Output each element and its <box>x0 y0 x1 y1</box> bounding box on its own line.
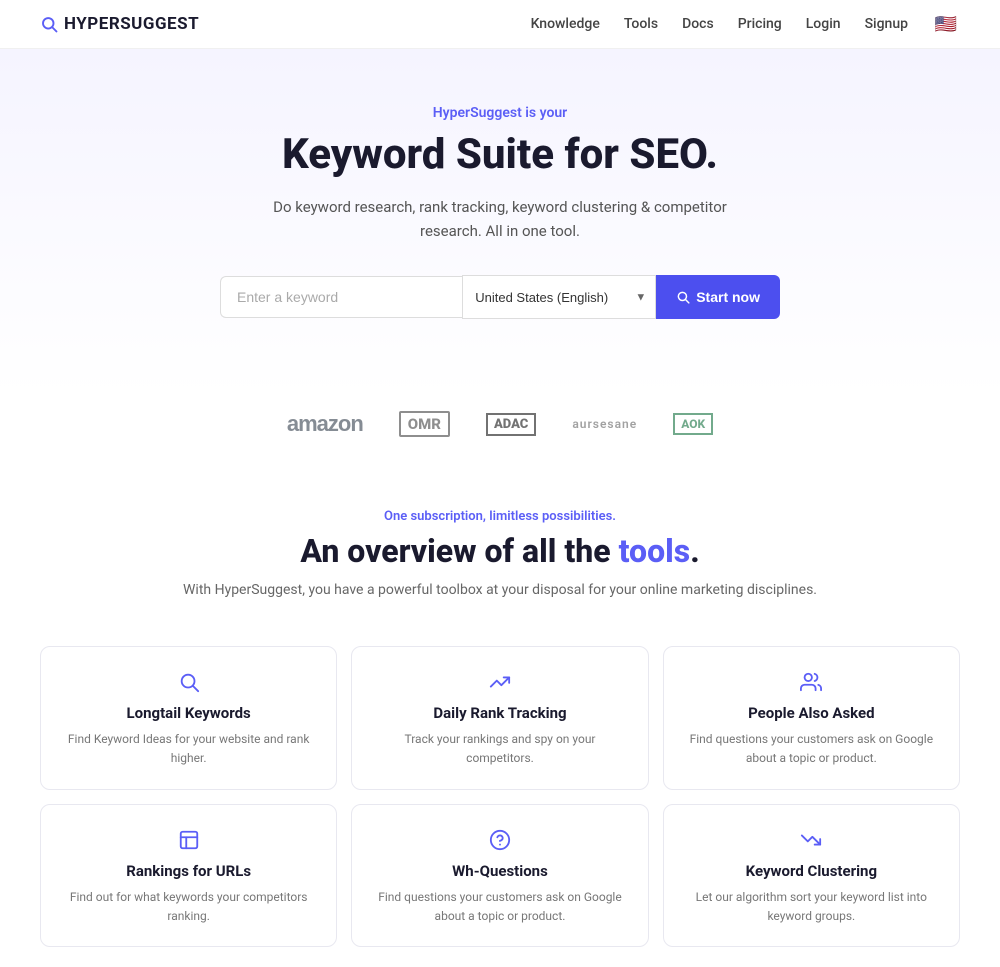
hero-search-bar: United States (English) Germany (German)… <box>220 275 780 319</box>
wh-questions-icon <box>372 827 627 852</box>
tools-tag: One subscription, limitless possibilitie… <box>40 509 960 524</box>
card-rank-tracking-desc: Track your rankings and spy on your comp… <box>372 730 627 768</box>
rankings-urls-icon <box>61 827 316 852</box>
card-keyword-clustering-title: Keyword Clustering <box>684 862 939 880</box>
search-icon <box>40 15 58 33</box>
card-longtail-desc: Find Keyword Ideas for your website and … <box>61 730 316 768</box>
logo-amazon: amazon <box>287 411 363 437</box>
search-button-icon <box>676 290 690 304</box>
card-rankings-urls-title: Rankings for URLs <box>61 862 316 880</box>
logo-adac: ADAC <box>486 413 536 436</box>
feature-cards-grid: Longtail Keywords Find Keyword Ideas for… <box>0 646 1000 967</box>
card-wh-questions-title: Wh-Questions <box>372 862 627 880</box>
hero-subtitle: Do keyword research, rank tracking, keyw… <box>20 195 980 243</box>
keyword-clustering-icon <box>684 827 939 852</box>
people-also-asked-icon <box>684 669 939 694</box>
tools-title: An overview of all the tools. <box>40 532 960 570</box>
nav-knowledge[interactable]: Knowledge <box>531 16 600 32</box>
logo-aursesane: aursesane <box>572 417 637 431</box>
longtail-icon <box>61 669 316 694</box>
hero-section: HyperSuggest is your Keyword Suite for S… <box>0 49 1000 395</box>
card-rankings-urls[interactable]: Rankings for URLs Find out for what keyw… <box>40 804 337 947</box>
card-people-also-asked-desc: Find questions your customers ask on Goo… <box>684 730 939 768</box>
card-rankings-urls-desc: Find out for what keywords your competit… <box>61 888 316 926</box>
card-keyword-clustering-desc: Let our algorithm sort your keyword list… <box>684 888 939 926</box>
card-rank-tracking[interactable]: Daily Rank Tracking Track your rankings … <box>351 646 648 789</box>
nav-tools[interactable]: Tools <box>624 16 658 32</box>
language-flag[interactable]: 🇺🇸 <box>932 14 960 34</box>
nav-signup[interactable]: Signup <box>865 16 908 32</box>
nav-docs[interactable]: Docs <box>682 16 714 32</box>
card-people-also-asked[interactable]: People Also Asked Find questions your cu… <box>663 646 960 789</box>
card-longtail[interactable]: Longtail Keywords Find Keyword Ideas for… <box>40 646 337 789</box>
rank-tracking-icon <box>372 669 627 694</box>
nav-login[interactable]: Login <box>806 16 841 32</box>
card-wh-questions-desc: Find questions your customers ask on Goo… <box>372 888 627 926</box>
card-wh-questions[interactable]: Wh-Questions Find questions your custome… <box>351 804 648 947</box>
country-select[interactable]: United States (English) Germany (German)… <box>462 275 656 319</box>
card-people-also-asked-title: People Also Asked <box>684 704 939 722</box>
tools-desc: With HyperSuggest, you have a powerful t… <box>40 582 960 598</box>
logo-omr: OMR <box>399 411 450 437</box>
nav-links: Knowledge Tools Docs Pricing Login Signu… <box>531 14 960 34</box>
logo[interactable]: HYPERSUGGEST <box>40 14 199 34</box>
hero-tag: HyperSuggest is your <box>20 105 980 121</box>
keyword-input[interactable] <box>220 276 462 318</box>
card-keyword-clustering[interactable]: Keyword Clustering Let our algorithm sor… <box>663 804 960 947</box>
logo-aok: AOK <box>673 413 713 435</box>
hero-title: Keyword Suite for SEO. <box>20 131 980 179</box>
card-rank-tracking-title: Daily Rank Tracking <box>372 704 627 722</box>
card-longtail-title: Longtail Keywords <box>61 704 316 722</box>
navbar: HYPERSUGGEST Knowledge Tools Docs Pricin… <box>0 0 1000 49</box>
tools-section: One subscription, limitless possibilitie… <box>0 469 1000 646</box>
country-select-wrap: United States (English) Germany (German)… <box>462 275 656 319</box>
nav-pricing[interactable]: Pricing <box>738 16 782 32</box>
brand-logos: amazon OMR ADAC aursesane AOK <box>0 395 1000 469</box>
start-now-button[interactable]: Start now <box>656 275 780 319</box>
